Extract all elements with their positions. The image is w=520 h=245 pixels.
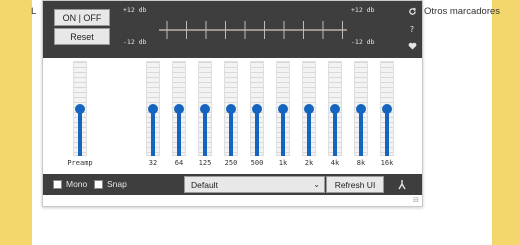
slider-area: Preamp 32 64 125 250 500 1k 2k 4k 8k 16k	[43, 58, 422, 174]
slider-knob[interactable]	[75, 103, 85, 114]
band-slider-250[interactable]	[224, 61, 238, 156]
mono-label: Mono	[66, 179, 88, 189]
slider-fill	[281, 108, 285, 156]
heart-icon[interactable]	[407, 41, 417, 51]
db-top-left-label: +12 db	[123, 6, 147, 14]
db-bottom-right-label: -12 db	[351, 38, 375, 46]
slider-knob[interactable]	[252, 103, 262, 114]
chevron-down-icon: ⌄	[313, 180, 320, 189]
band-slider-500[interactable]	[250, 61, 264, 156]
band-slider-2k[interactable]	[302, 61, 316, 156]
equalizer-top-bar: ON | OFF Reset +12 db -12 db +12 db -12 …	[43, 1, 422, 58]
band-slider-64[interactable]	[172, 61, 186, 156]
slider-knob[interactable]	[382, 103, 392, 114]
slider-knob[interactable]	[148, 103, 158, 114]
db-top-right-label: +12 db	[351, 6, 375, 14]
preset-selected-value: Default	[191, 179, 218, 190]
snap-checkbox[interactable]	[94, 180, 103, 189]
slider-knob[interactable]	[174, 103, 184, 114]
band-slider-32[interactable]	[146, 61, 160, 156]
refresh-icon[interactable]	[407, 6, 417, 16]
slider-fill	[385, 108, 389, 156]
preamp-slider[interactable]	[73, 61, 87, 156]
equalizer-bottom-bar: Mono Snap Default ⌄ Refresh UI	[43, 174, 422, 195]
snap-label: Snap	[107, 179, 127, 189]
preset-select[interactable]: Default ⌄	[184, 176, 325, 193]
band-slider-1k[interactable]	[276, 61, 290, 156]
eq-curve-svg	[159, 21, 347, 39]
slider-knob[interactable]	[226, 103, 236, 114]
slider-fill	[151, 108, 155, 156]
band-slider-125[interactable]	[198, 61, 212, 156]
preamp-label: Preamp	[67, 159, 93, 167]
on-off-button[interactable]: ON | OFF	[54, 9, 110, 26]
slider-fill	[177, 108, 181, 156]
bookmark-item[interactable]: L	[31, 6, 36, 17]
equalizer-popup: ON | OFF Reset +12 db -12 db +12 db -12 …	[42, 0, 423, 207]
other-bookmarks-link[interactable]: Otros marcadores	[424, 6, 500, 17]
resize-handle-icon[interactable]: ⊟	[413, 196, 419, 204]
slider-knob[interactable]	[304, 103, 314, 114]
slider-knob[interactable]	[356, 103, 366, 114]
slider-fill	[333, 108, 337, 156]
tools-icon[interactable]	[392, 176, 412, 193]
slider-fill	[359, 108, 363, 156]
help-icon[interactable]: ?	[407, 24, 417, 34]
slider-knob[interactable]	[200, 103, 210, 114]
db-bottom-left-label: -12 db	[123, 38, 147, 46]
band-slider-8k[interactable]	[354, 61, 368, 156]
slider-knob[interactable]	[330, 103, 340, 114]
eq-curve-graph: +12 db -12 db +12 db -12 db	[123, 6, 379, 52]
band-slider-16k[interactable]	[380, 61, 394, 156]
slider-fill	[229, 108, 233, 156]
mono-checkbox[interactable]	[53, 180, 62, 189]
slider-fill	[255, 108, 259, 156]
band-slider-4k[interactable]	[328, 61, 342, 156]
refresh-ui-button[interactable]: Refresh UI	[326, 176, 384, 193]
reset-button[interactable]: Reset	[54, 28, 110, 45]
slider-knob[interactable]	[278, 103, 288, 114]
band-label-16k: 16k	[380, 159, 394, 167]
slider-fill	[307, 108, 311, 156]
slider-fill	[78, 108, 82, 156]
slider-fill	[203, 108, 207, 156]
